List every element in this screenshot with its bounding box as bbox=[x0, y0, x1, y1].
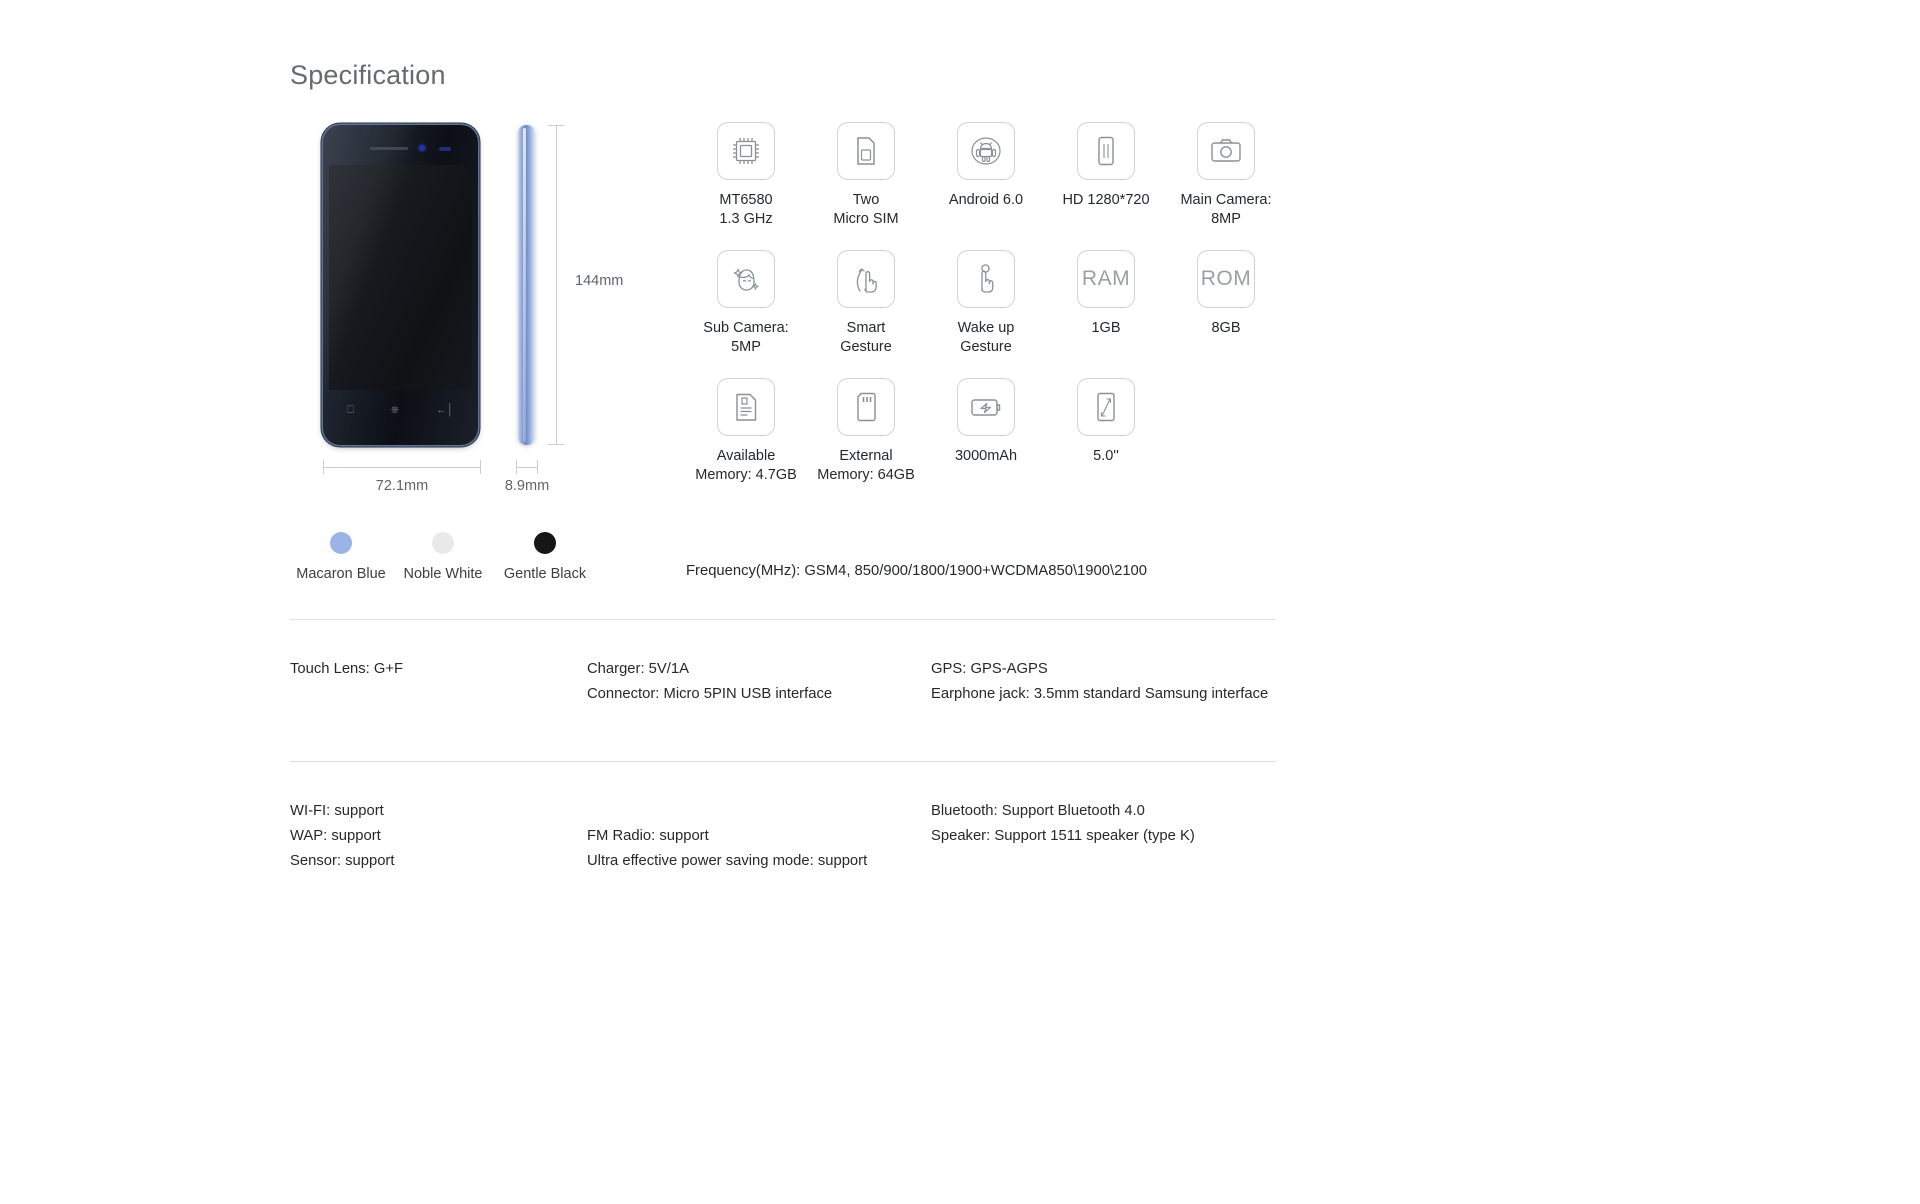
selfie-beauty-icon bbox=[717, 250, 775, 309]
color-label: Noble White bbox=[403, 566, 483, 582]
specification-page: Specification ⎕ ⎈ ←│ 144mm 72.1mm 8.9mm … bbox=[0, 0, 1920, 1204]
page-title: Specification bbox=[290, 60, 446, 90]
device-render-group: ⎕ ⎈ ←│ 144mm 72.1mm 8.9mm bbox=[290, 120, 670, 520]
feature-ram: RAM 1GB bbox=[1046, 250, 1166, 356]
feature-label: Smart Gesture bbox=[840, 320, 892, 355]
width-dimension-line bbox=[323, 460, 481, 474]
feature-main-camera: Main Camera: 8MP bbox=[1166, 122, 1286, 228]
earpiece-icon bbox=[370, 147, 408, 150]
feature-cpu: MT6580 1.3 GHz bbox=[686, 122, 806, 228]
home-icon: ⎈ bbox=[390, 403, 400, 416]
feature-resolution: HD 1280*720 bbox=[1046, 122, 1166, 228]
feature-label: Android 6.0 bbox=[948, 192, 1024, 208]
microsd-card-icon bbox=[837, 378, 895, 437]
spec-block-wifi: WI-FI: support WAP: support Sensor: supp… bbox=[290, 803, 395, 869]
screen-size-icon bbox=[1077, 378, 1135, 437]
feature-sub-camera: Sub Camera: 5MP bbox=[686, 250, 806, 356]
frequency-text: Frequency(MHz): GSM4, 850/900/1800/1900+… bbox=[686, 563, 1148, 579]
color-swatch bbox=[432, 532, 454, 554]
feature-grid: MT6580 1.3 GHz Two Micro SIM Android 6.0… bbox=[686, 122, 1286, 506]
feature-label: Available Memory: 4.7GB bbox=[695, 448, 797, 483]
height-dimension-label: 144mm bbox=[575, 273, 624, 289]
android-robot-icon bbox=[957, 122, 1015, 180]
feature-available-memory: Available Memory: 4.7GB bbox=[686, 378, 806, 484]
feature-row: Available Memory: 4.7GB External Memory:… bbox=[686, 378, 1286, 484]
color-options: Macaron Blue Noble White Gentle Black bbox=[290, 532, 596, 582]
sim-card-icon bbox=[837, 122, 895, 180]
color-label: Macaron Blue bbox=[296, 566, 386, 582]
proximity-sensor-icon bbox=[439, 147, 451, 151]
feature-os: Android 6.0 bbox=[926, 122, 1046, 228]
feature-label: Two Micro SIM bbox=[833, 192, 899, 227]
feature-label: HD 1280*720 bbox=[1062, 192, 1150, 208]
phone-side-view bbox=[518, 125, 535, 445]
front-camera-icon bbox=[419, 145, 425, 151]
battery-icon bbox=[957, 378, 1015, 437]
spec-block-bluetooth: Bluetooth: Support Bluetooth 4.0 Speaker… bbox=[931, 803, 1195, 844]
spec-block-gps: GPS: GPS-AGPS Earphone jack: 3.5mm stand… bbox=[931, 661, 1269, 702]
height-dimension-line bbox=[548, 125, 564, 445]
color-option-macaron-blue[interactable]: Macaron Blue bbox=[290, 532, 392, 582]
feature-label: Main Camera: 8MP bbox=[1180, 192, 1272, 227]
feature-sim: Two Micro SIM bbox=[806, 122, 926, 228]
feature-wake-gesture: Wake up Gesture bbox=[926, 250, 1046, 356]
feature-label: 3000mAh bbox=[954, 448, 1018, 465]
rom-text-icon: ROM bbox=[1197, 250, 1255, 309]
feature-label: 8GB bbox=[1211, 320, 1241, 337]
feature-battery: 3000mAh bbox=[926, 378, 1046, 484]
feature-label: 5.0'' bbox=[1093, 448, 1119, 465]
width-dimension-label: 72.1mm bbox=[375, 478, 429, 494]
color-option-noble-white[interactable]: Noble White bbox=[392, 532, 494, 582]
ram-text-icon: RAM bbox=[1077, 250, 1135, 309]
feature-row: MT6580 1.3 GHz Two Micro SIM Android 6.0… bbox=[686, 122, 1286, 228]
menu-icon: ⎕ bbox=[347, 403, 354, 416]
feature-screen-size: 5.0'' bbox=[1046, 378, 1166, 484]
color-label: Gentle Black bbox=[503, 566, 587, 582]
feature-row: Sub Camera: 5MP Smart Gesture Wake up Ge… bbox=[686, 250, 1286, 356]
feature-smart-gesture: Smart Gesture bbox=[806, 250, 926, 356]
feature-rom: ROM 8GB bbox=[1166, 250, 1286, 356]
cpu-chip-icon bbox=[717, 122, 775, 180]
document-memory-icon bbox=[717, 378, 775, 437]
phone-screen bbox=[329, 165, 472, 390]
feature-label: Sub Camera: 5MP bbox=[703, 320, 789, 355]
thickness-dimension-line bbox=[516, 460, 538, 474]
feature-label: External Memory: 64GB bbox=[817, 448, 915, 483]
back-icon: ←│ bbox=[435, 403, 454, 416]
feature-label: 1GB bbox=[1091, 320, 1121, 337]
swipe-gesture-icon bbox=[837, 250, 895, 309]
feature-external-memory: External Memory: 64GB bbox=[806, 378, 926, 484]
screen-resolution-icon bbox=[1077, 122, 1135, 180]
spec-block-radio: FM Radio: support Ultra effective power … bbox=[587, 828, 868, 869]
feature-label: Wake up Gesture bbox=[957, 320, 1015, 355]
tap-gesture-icon bbox=[957, 250, 1015, 309]
camera-icon bbox=[1197, 122, 1255, 180]
phone-front-view: ⎕ ⎈ ←│ bbox=[323, 125, 478, 445]
thickness-dimension-label: 8.9mm bbox=[504, 478, 550, 494]
spec-block-charger: Charger: 5V/1A Connector: Micro 5PIN USB… bbox=[587, 661, 833, 702]
color-swatch bbox=[534, 532, 556, 554]
divider-top bbox=[290, 619, 1276, 620]
feature-label: MT6580 1.3 GHz bbox=[719, 192, 773, 227]
divider-middle bbox=[290, 761, 1276, 762]
navigation-bar: ⎕ ⎈ ←│ bbox=[329, 395, 472, 425]
spec-block-touch: Touch Lens: G+F bbox=[290, 661, 404, 677]
color-swatch bbox=[330, 532, 352, 554]
color-option-gentle-black[interactable]: Gentle Black bbox=[494, 532, 596, 582]
